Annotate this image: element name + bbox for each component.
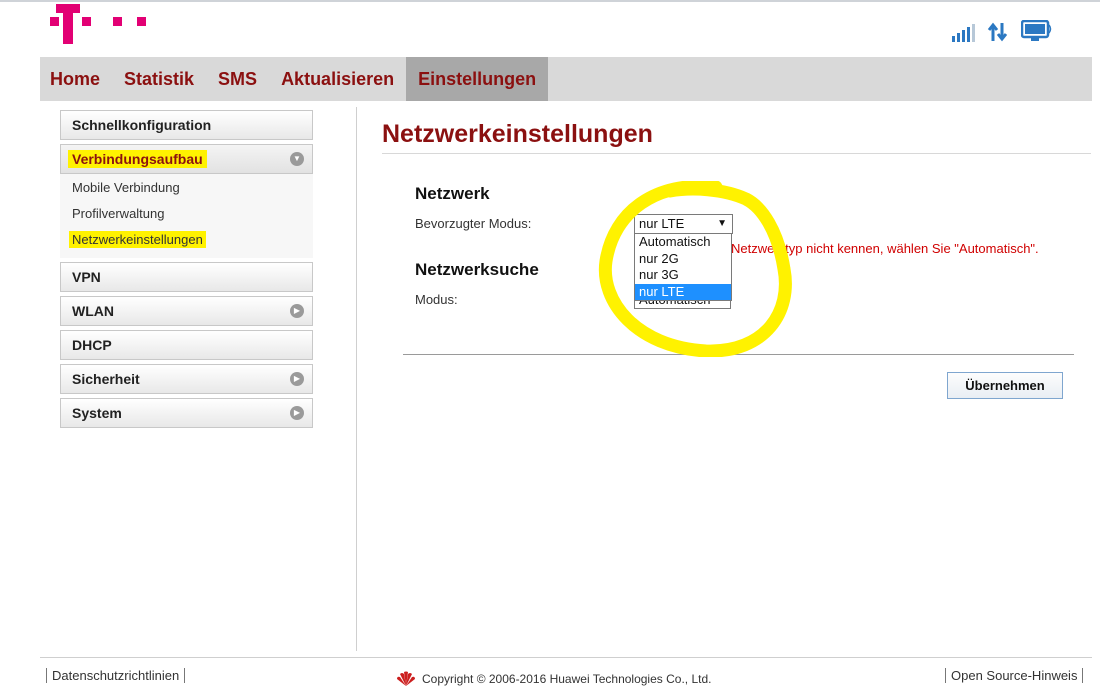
- option-nur-lte[interactable]: nur LTE: [635, 283, 731, 300]
- telekom-logo: [50, 0, 150, 46]
- sidebar-item-schnellkonfiguration[interactable]: Schnellkonfiguration: [60, 110, 313, 140]
- section-heading-netzwerk: Netzwerk: [415, 184, 490, 203]
- data-transfer-icon: [987, 22, 1008, 42]
- sidebar-item-profilverwaltung[interactable]: Profilverwaltung: [60, 202, 313, 228]
- sidebar-item-dhcp[interactable]: DHCP: [60, 330, 313, 360]
- sidebar-item-wlan[interactable]: WLAN ▶: [60, 296, 313, 326]
- monitor-icon: [1021, 20, 1052, 41]
- sidebar-item-label: Schnellkonfiguration: [72, 117, 212, 133]
- sidebar-item-system[interactable]: System ▶: [60, 398, 313, 428]
- page-title: Netzwerkeinstellungen: [382, 120, 653, 148]
- nav-home[interactable]: Home: [40, 57, 112, 101]
- copyright: Copyright © 2006-2016 Huawei Technologie…: [396, 671, 711, 687]
- chevron-right-icon: ▶: [290, 406, 304, 420]
- select-value: nur LTE: [639, 216, 685, 231]
- sidebar-item-verbindungsaufbau[interactable]: Verbindungsaufbau ▼: [60, 144, 313, 174]
- copyright-text: Copyright © 2006-2016 Huawei Technologie…: [422, 672, 712, 686]
- footer-divider: [40, 657, 1092, 658]
- sidebar-item-label: Verbindungsaufbau: [68, 150, 207, 168]
- divider: [403, 354, 1074, 355]
- bevorzugter-modus-options: Automatisch nur 2G nur 3G nur LTE: [634, 233, 732, 301]
- sidebar-item-label: Netzwerkeinstellungen: [69, 231, 206, 248]
- top-border: [0, 0, 1100, 2]
- apply-button[interactable]: Übernehmen: [947, 372, 1063, 399]
- nav-aktualisieren[interactable]: Aktualisieren: [269, 57, 406, 101]
- sidebar-item-label: DHCP: [72, 337, 112, 353]
- nav-sms[interactable]: SMS: [206, 57, 269, 101]
- network-type-hint: Netzwerktyp nicht kennen, wählen Sie "Au…: [731, 241, 1039, 256]
- dropdown-arrow-icon: ▼: [717, 218, 727, 229]
- option-automatisch[interactable]: Automatisch: [635, 234, 731, 251]
- option-nur-3g[interactable]: nur 3G: [635, 267, 731, 284]
- privacy-link[interactable]: Datenschutzrichtlinien: [46, 668, 186, 683]
- chevron-right-icon: ▶: [290, 372, 304, 386]
- sidebar-item-label: VPN: [72, 269, 101, 285]
- main-nav: Home Statistik SMS Aktualisieren Einstel…: [40, 57, 1092, 101]
- nav-einstellungen[interactable]: Einstellungen: [406, 57, 549, 101]
- sidebar-item-netzwerkeinstellungen[interactable]: Netzwerkeinstellungen: [60, 228, 313, 254]
- status-icons: [952, 18, 1053, 42]
- signal-strength-icon: [952, 24, 975, 42]
- sidebar-item-vpn[interactable]: VPN: [60, 262, 313, 292]
- sidebar: Schnellkonfiguration Verbindungsaufbau ▼…: [60, 110, 313, 432]
- chevron-right-icon: ▶: [290, 304, 304, 318]
- bevorzugter-modus-label: Bevorzugter Modus:: [415, 216, 532, 231]
- nav-statistik[interactable]: Statistik: [112, 57, 206, 101]
- sidebar-item-mobile-verbindung[interactable]: Mobile Verbindung: [60, 176, 313, 202]
- option-nur-2g[interactable]: nur 2G: [635, 251, 731, 268]
- sidebar-item-sicherheit[interactable]: Sicherheit ▶: [60, 364, 313, 394]
- modus-label: Modus:: [415, 292, 458, 307]
- submenu-verbindungsaufbau: Mobile Verbindung Profilverwaltung Netzw…: [60, 174, 313, 258]
- bevorzugter-modus-select[interactable]: nur LTE ▼: [634, 214, 733, 234]
- sidebar-item-label: System: [72, 405, 122, 421]
- sidebar-item-label: WLAN: [72, 303, 114, 319]
- open-source-link[interactable]: Open Source-Hinweis: [945, 668, 1084, 683]
- huawei-logo: [397, 671, 415, 686]
- sidebar-item-label: Sicherheit: [72, 371, 140, 387]
- section-heading-netzwerksuche: Netzwerksuche: [415, 260, 539, 279]
- divider: [382, 153, 1091, 154]
- divider: [356, 107, 357, 651]
- chevron-down-icon: ▼: [290, 152, 304, 166]
